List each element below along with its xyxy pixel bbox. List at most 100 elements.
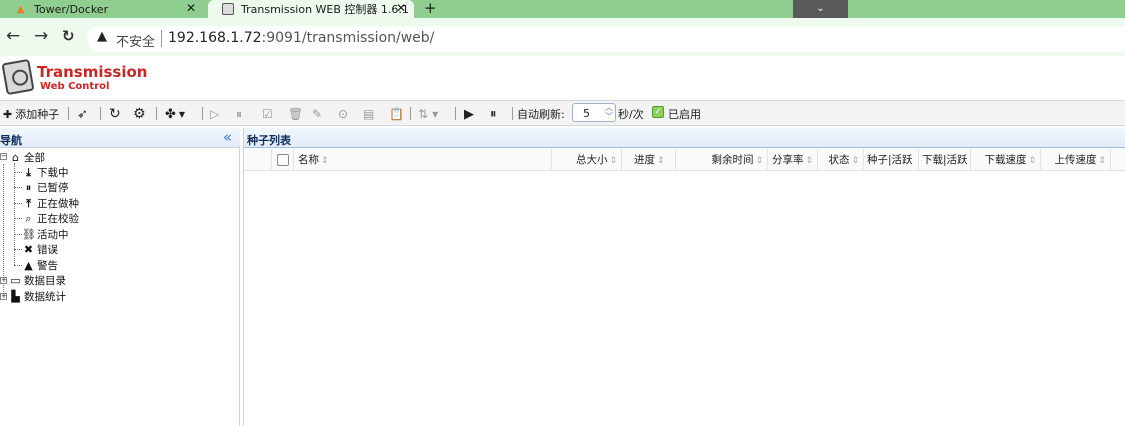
forward-arrow-icon[interactable]: → [34,26,48,46]
caret-down-icon: ▼ [432,109,439,119]
nav-item-downloading[interactable]: ⤓ 下载中 [22,165,69,180]
column-name[interactable]: 名称 ⇕ [294,149,552,171]
rename-button[interactable]: ✎ [312,105,322,123]
queue-button[interactable]: ⇅ ▼ [418,105,438,123]
navigation-header: 导航 « [0,128,240,148]
nav-item-label: 警告 [37,260,58,272]
pause-circle-icon: ⏸ [25,180,32,194]
plus-icon: ✚ [3,107,13,121]
nav-item-all[interactable]: ⌂ 全部 [9,150,45,165]
nav-item-label: 下载中 [37,167,69,179]
main-toolbar: ✚ 添加种子 ➶ ↻ ⚙ ✤ ▼ ▷ ⏸ ☑ 🗑 ✎ ⊙ ▤ 📋 ⇅ ▼ ▶ ⏸ 自… [0,100,1125,126]
logo-title: Transmission [37,63,148,81]
transmission-icon [222,3,234,15]
column-label: 下载|活跃 [922,154,968,166]
back-arrow-icon[interactable]: ← [6,26,20,46]
tracker-icon: ⊙ [338,107,349,121]
nav-item-warning[interactable]: ▲ 警告 [22,258,58,273]
nav-item-paused[interactable]: ⏸ 已暂停 [22,180,69,195]
tree-branch [14,234,22,235]
enabled-label: 已启用 [668,108,701,121]
address-bar[interactable]: ▲ 不安全 192.168.1.72:9091/transmission/web… [87,26,1125,52]
remove-button[interactable]: 🗑 [288,105,303,123]
link-icon: ⛓ [22,228,36,241]
refresh-icon: ↻ [109,106,121,122]
column-peers-active[interactable]: 下载|活跃 [919,149,971,171]
select-all-checkbox[interactable] [277,154,289,166]
browser-tab-tower-docker[interactable]: ▲ Tower/Docker ✕ [0,0,204,18]
browser-tab-transmission[interactable]: Transmission WEB 控制器 1.6.1 ✕ [208,0,414,18]
tracker-button[interactable]: ⊙ [338,105,348,123]
spinner-icon[interactable]: ︿ ﹀ [605,103,613,121]
tree-expand-toggle[interactable]: + [0,277,7,284]
nav-item-label: 数据统计 [24,291,66,303]
nav-item-label: 错误 [37,244,58,256]
url-text: 192.168.1.72:9091/transmission/web/ [168,30,434,46]
column-status[interactable]: 状态 ⇕ [818,149,864,171]
edit-icon: ✎ [312,107,323,121]
nav-item-label: 已暂停 [37,182,69,194]
torrent-list-title: 种子列表 [247,134,291,147]
column-seeds-active[interactable]: 种子|活跃 [864,149,919,171]
settings-button[interactable]: ⚙ [133,105,146,123]
rocket-button[interactable]: ➶ [77,105,88,123]
close-tab-icon[interactable]: ✕ [396,1,406,15]
nav-item-label: 活动中 [37,229,69,241]
collapse-icon[interactable]: « [223,128,232,146]
column-total-size[interactable]: 总大小 ⇕ [552,149,622,171]
nav-item-data-dir[interactable]: ▭ 数据目录 [9,273,66,288]
interval-unit-label: 秒/次 [618,108,644,121]
torrent-list-header: 种子列表 [244,128,1125,148]
tab-search-button[interactable]: ⌄ [793,0,848,18]
pause-all-button[interactable]: ⏸ [490,105,497,123]
start-all-button[interactable]: ▶ [464,105,474,123]
tab-title: Tower/Docker [34,2,109,16]
refresh-button[interactable]: ↻ [109,105,121,123]
sort-arrows-icon: ⇅ [418,107,429,121]
app-header: Transmission Web Control [0,56,1125,100]
refresh-interval-input[interactable]: 5 ︿ ﹀ [572,103,616,122]
verify-button[interactable]: ☑ [262,105,273,123]
start-button[interactable]: ▷ [210,105,219,123]
nav-item-data-stats[interactable]: ▙ 数据统计 [9,289,66,304]
pause-button[interactable]: ⏸ [236,105,242,123]
auto-refresh-checkbox[interactable]: ✓ [652,106,664,118]
chevron-down-icon: ⌄ [816,3,825,14]
folder-icon: ▤ [363,107,375,121]
column-download-speed[interactable]: 下载速度 ⇕ [971,149,1041,171]
pause-square-icon: ⏸ [236,106,243,121]
new-tab-button[interactable]: + [424,0,437,17]
sort-icon: ⇕ [321,156,329,166]
nav-item-error[interactable]: ✖ 错误 [22,242,58,257]
interval-value: 5 [583,107,590,120]
add-torrent-button[interactable]: ✚ 添加种子 [3,105,59,123]
caret-down-icon: ▼ [178,109,186,119]
move-button[interactable]: ▤ [363,105,374,123]
reload-icon[interactable]: ↻ [62,27,75,45]
warning-triangle-icon: ▲ [16,3,25,15]
warning-icon: ▲ [24,259,33,272]
gear-icon: ⚙ [133,106,146,122]
nav-item-checking[interactable]: ⌕ 正在校验 [22,211,79,226]
column-label: 分享率 [772,154,804,166]
tree-expand-toggle[interactable]: + [0,293,7,300]
column-ratio[interactable]: 分享率 ⇕ [768,149,818,171]
column-label: 下载速度 [984,154,1027,166]
sort-icon: ⇕ [755,156,763,166]
column-progress[interactable]: 进度 ⇕ [622,149,676,171]
navigation-title: 导航 [0,134,22,147]
toolbar-divider [156,107,157,120]
play-circle-icon: ▶ [464,106,474,122]
column-remaining-time[interactable]: 剩余时间 ⇕ [676,149,768,171]
close-tab-icon[interactable]: ✕ [186,1,196,15]
nav-item-seeding[interactable]: ⤒ 正在做种 [22,196,79,211]
copy-button[interactable]: 📋 [389,105,404,123]
plugins-button[interactable]: ✤ ▼ [165,105,185,123]
checking-icon: ⌕ [25,211,32,225]
column-label: 总大小 [575,154,608,166]
column-upload-speed[interactable]: 上传速度 ⇕ [1041,149,1111,171]
column-label: 种子|活跃 [867,154,913,166]
tree-collapse-toggle[interactable]: − [0,153,7,160]
nav-item-active[interactable]: ⛓ 活动中 [22,227,69,242]
sort-icon: ⇕ [1028,156,1036,166]
